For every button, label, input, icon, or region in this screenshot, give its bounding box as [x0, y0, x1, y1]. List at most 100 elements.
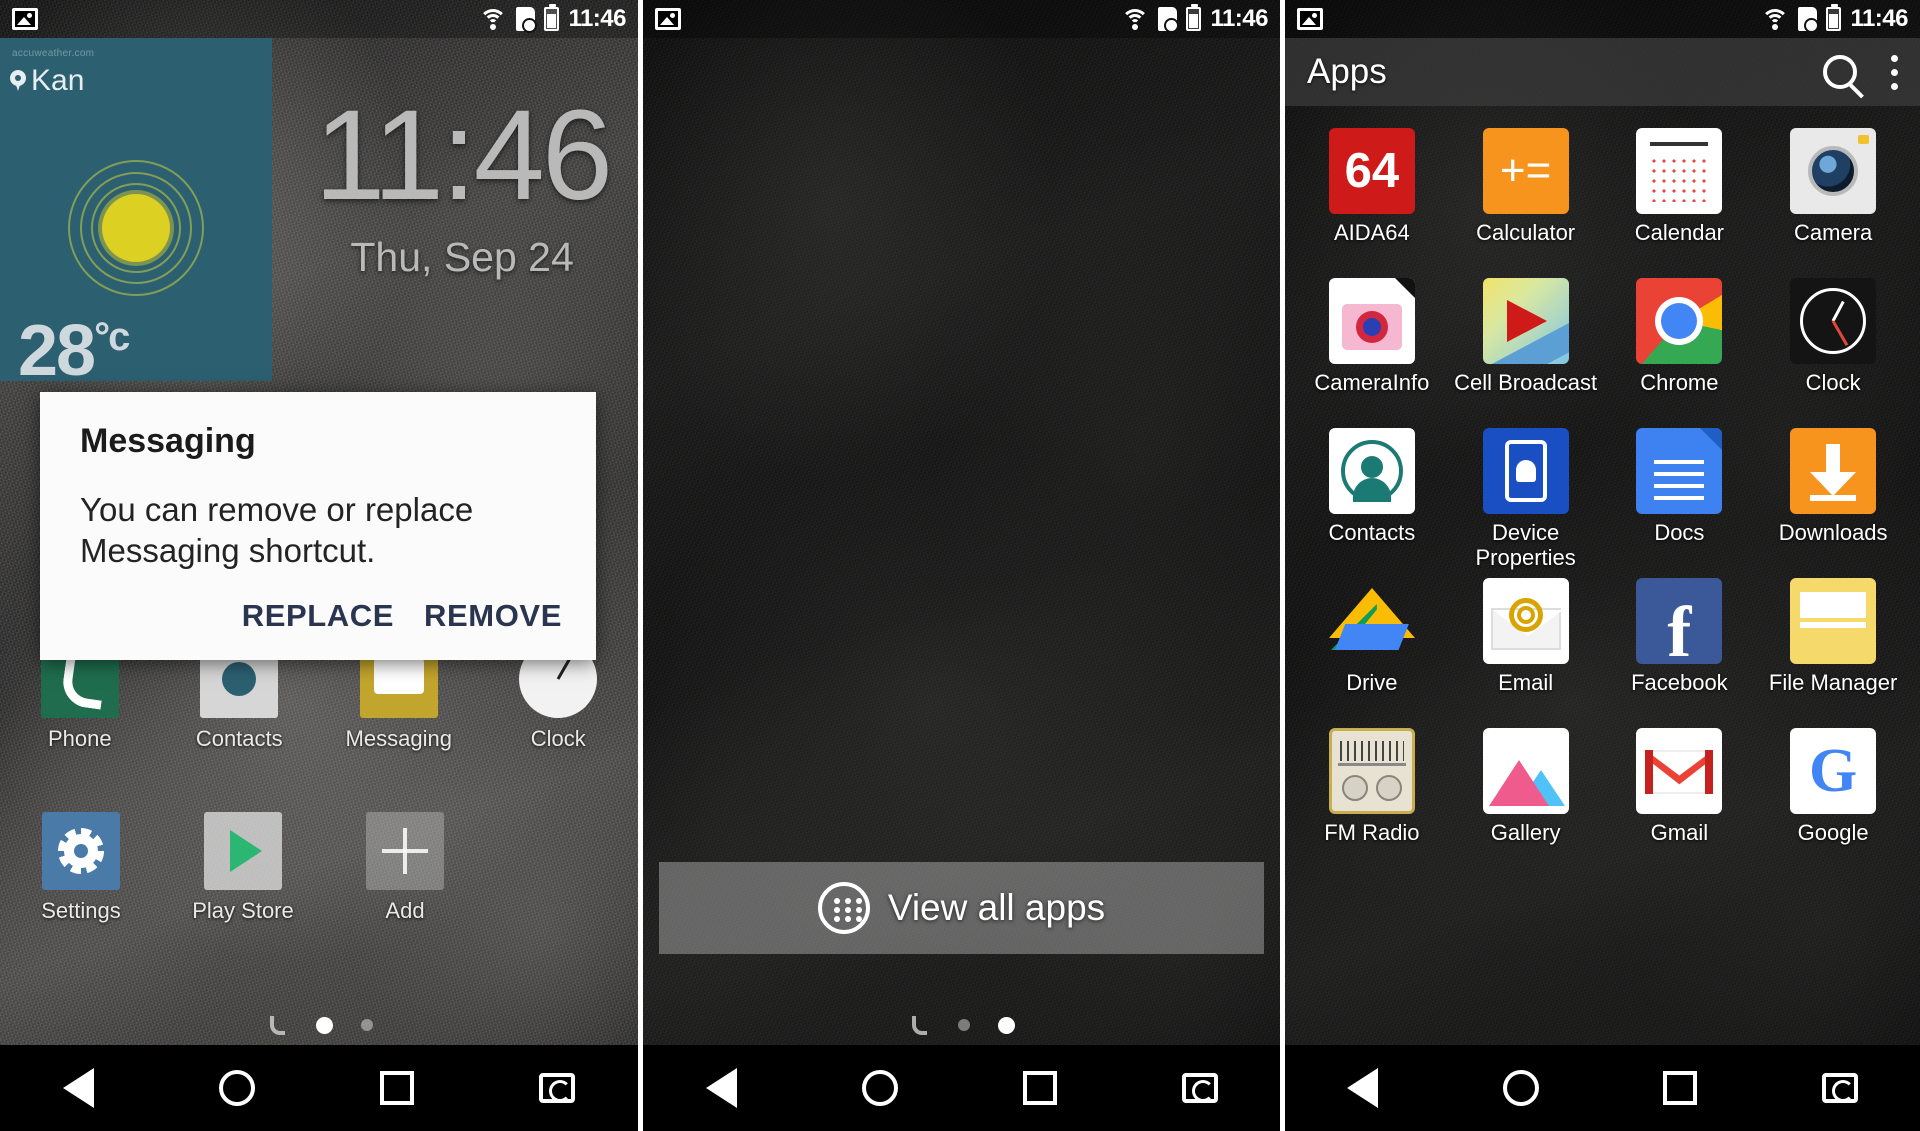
chrome-icon	[1636, 278, 1723, 364]
app-item-aida64[interactable]: 64 AIDA64	[1295, 118, 1449, 268]
page-indicator	[0, 1012, 638, 1038]
home-circle-icon[interactable]	[1502, 1070, 1539, 1106]
battery-icon	[1186, 4, 1202, 31]
plus-icon	[366, 812, 444, 890]
weather-unit: °c	[94, 315, 130, 359]
wallpaper	[643, 0, 1280, 1131]
panel-apps-drawer: 11:46 Apps 64 AIDA64 += Calculator Calen…	[1285, 0, 1920, 1131]
app-label: Gmail	[1650, 820, 1709, 845]
status-bar: 11:46	[0, 0, 638, 38]
app-label: File Manager	[1768, 670, 1898, 695]
app-label: Calendar	[1634, 220, 1725, 245]
weather-temperature: 28°c	[18, 311, 130, 381]
app-label: Calculator	[1476, 220, 1576, 245]
home-app-label: Phone	[47, 726, 112, 751]
image-icon	[1297, 8, 1323, 30]
status-bar: 11:46	[643, 0, 1280, 38]
home-app-label: Clock	[530, 726, 586, 751]
app-item-device-properties[interactable]: Device Properties	[1449, 418, 1603, 570]
back-triangle-icon[interactable]	[62, 1068, 94, 1108]
page-dot-1[interactable]	[958, 1019, 970, 1031]
view-all-apps-button[interactable]: View all apps	[659, 862, 1264, 954]
recents-square-icon[interactable]	[380, 1071, 415, 1105]
shortcut-dialog: Messaging You can remove or replace Mess…	[40, 392, 596, 660]
app-item-gallery[interactable]: Gallery	[1449, 718, 1603, 868]
home-app-label: Add	[385, 898, 425, 923]
gear-icon	[42, 812, 120, 890]
rotate-screen-icon[interactable]	[539, 1073, 576, 1103]
phone-handle-icon	[908, 1012, 930, 1038]
home-app-settings[interactable]: Settings	[0, 812, 162, 924]
dialog-message: You can remove or replace Messaging shor…	[80, 491, 474, 570]
device-properties-icon	[1482, 428, 1569, 514]
rotate-screen-icon[interactable]	[1181, 1073, 1218, 1103]
downloads-icon	[1790, 428, 1877, 514]
app-label: Chrome	[1640, 370, 1719, 395]
weather-location: Kan	[31, 64, 85, 97]
apps-grid: 64 AIDA64 += Calculator Calendar Camera …	[1285, 112, 1920, 1045]
weather-widget[interactable]: accuweather.com Kan 28°c	[0, 38, 272, 381]
navigation-bar	[643, 1045, 1280, 1131]
home-app-label: Settings	[41, 898, 121, 923]
camera-icon	[1790, 128, 1877, 214]
search-icon[interactable]	[1823, 55, 1857, 89]
sun-icon	[66, 158, 206, 298]
app-label: Camera	[1794, 220, 1873, 245]
page-dot-2[interactable]	[998, 1016, 1015, 1034]
recents-square-icon[interactable]	[1022, 1071, 1057, 1105]
app-item-docs[interactable]: Docs	[1603, 418, 1757, 568]
home-clock-widget[interactable]: 11:46 Thu, Sep 24	[314, 92, 613, 281]
app-item-calendar[interactable]: Calendar	[1603, 118, 1757, 268]
weather-source: accuweather.com	[12, 48, 95, 59]
home-app-play-store[interactable]: Play Store	[162, 812, 324, 924]
home-app-label: Messaging	[345, 726, 452, 751]
page-dot-1[interactable]	[315, 1016, 333, 1034]
app-item-file-manager[interactable]: File Manager	[1756, 568, 1910, 718]
navigation-bar	[1285, 1045, 1920, 1131]
play-store-icon	[204, 812, 282, 890]
back-triangle-icon[interactable]	[1347, 1068, 1379, 1108]
wifi-icon	[1761, 8, 1790, 30]
email-icon	[1482, 578, 1569, 664]
app-item-contacts[interactable]: Contacts	[1295, 418, 1449, 568]
app-label: Gallery	[1490, 820, 1561, 845]
app-item-gmail[interactable]: Gmail	[1603, 718, 1757, 868]
drive-icon	[1328, 578, 1415, 664]
status-bar-clock: 11:46	[1210, 5, 1268, 32]
phone-handle-icon	[266, 1012, 288, 1038]
app-item-camera[interactable]: Camera	[1756, 118, 1910, 268]
app-label: FM Radio	[1324, 820, 1420, 845]
app-item-calculator[interactable]: += Calculator	[1449, 118, 1603, 268]
home-circle-icon[interactable]	[861, 1070, 898, 1106]
app-item-chrome[interactable]: Chrome	[1603, 268, 1757, 418]
image-icon	[655, 8, 681, 30]
app-label: Email	[1498, 670, 1554, 695]
app-item-facebook[interactable]: f Facebook	[1603, 568, 1757, 718]
app-item-drive[interactable]: Drive	[1295, 568, 1449, 718]
recents-square-icon[interactable]	[1663, 1071, 1698, 1105]
rotate-screen-icon[interactable]	[1821, 1073, 1858, 1103]
page-dot-2[interactable]	[360, 1019, 373, 1031]
app-item-email[interactable]: Email	[1449, 568, 1603, 718]
home-app-label: Play Store	[192, 898, 294, 923]
remove-button[interactable]: REMOVE	[424, 598, 562, 634]
wifi-icon	[1121, 8, 1150, 30]
app-label: Drive	[1346, 670, 1398, 695]
dialog-title: Messaging	[80, 422, 256, 460]
app-item-downloads[interactable]: Downloads	[1756, 418, 1910, 568]
file-manager-icon	[1790, 578, 1877, 664]
app-item-clock[interactable]: Clock	[1756, 268, 1910, 418]
app-item-cell-broadcast[interactable]: Cell Broadcast	[1449, 268, 1603, 418]
overflow-menu-icon[interactable]	[1891, 54, 1898, 90]
home-app-add[interactable]: Add	[324, 812, 486, 924]
gallery-icon	[1482, 728, 1569, 814]
app-item-google[interactable]: G Google	[1756, 718, 1910, 868]
app-item-fm-radio[interactable]: FM Radio	[1295, 718, 1449, 868]
replace-button[interactable]: REPLACE	[242, 598, 394, 634]
back-triangle-icon[interactable]	[705, 1068, 737, 1108]
app-item-camerainfo[interactable]: CameraInfo	[1295, 268, 1449, 418]
camerainfo-icon	[1328, 278, 1415, 364]
status-bar-clock: 11:46	[568, 5, 626, 32]
home-circle-icon[interactable]	[218, 1070, 255, 1106]
battery-icon	[1826, 4, 1842, 31]
